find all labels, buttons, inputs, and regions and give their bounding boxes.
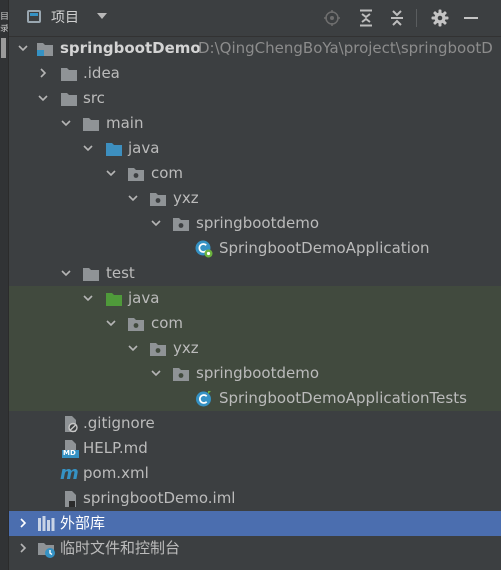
side-tab-marker (1, 38, 6, 58)
tree-row-scratches[interactable]: 临时文件和控制台 (9, 536, 501, 561)
tree-row-idea[interactable]: .idea (9, 61, 501, 86)
tree-row-help[interactable]: MD HELP.md (9, 436, 501, 461)
tree-item-label: 外部库 (60, 514, 106, 532)
tree-row-pom[interactable]: m pom.xml (9, 461, 501, 486)
tree-row-iml[interactable]: springbootDemo.iml (9, 486, 501, 511)
chevron-down-icon[interactable] (106, 318, 116, 328)
package-icon (149, 190, 167, 207)
tree-row-main-class[interactable]: SpringbootDemoApplication (9, 236, 501, 261)
chevron-down-icon[interactable] (83, 143, 93, 153)
chevron-down-icon[interactable] (61, 118, 71, 128)
chevron-down-icon[interactable] (151, 218, 161, 228)
chevron-down-icon[interactable] (83, 293, 93, 303)
package-icon (172, 215, 190, 232)
chevron-down-icon[interactable] (106, 168, 116, 178)
tree-item-label: test (106, 264, 135, 282)
tree-item-label: springbootDemo.iml (83, 489, 236, 507)
markdown-badge: MD (63, 449, 76, 457)
tree-item-label: yxz (173, 339, 199, 357)
tree-row-test-com[interactable]: com (9, 311, 501, 336)
tree-item-label: yxz (173, 189, 199, 207)
project-name: springbootDemo (60, 39, 201, 57)
tree-row-external-libraries[interactable]: 外部库 (9, 511, 501, 536)
tree-item-label: .idea (83, 64, 120, 82)
expand-all-icon[interactable] (354, 6, 378, 30)
spring-boot-class-icon (195, 240, 213, 258)
chevron-down-icon[interactable] (18, 43, 28, 53)
tree-row-test-java[interactable]: java (9, 286, 501, 311)
source-folder-icon (105, 140, 123, 157)
package-icon (149, 340, 167, 357)
tree-row-main-com[interactable]: com (9, 161, 501, 186)
minimize-icon[interactable] (459, 6, 483, 30)
tree-row-test-package[interactable]: springbootdemo (9, 361, 501, 386)
chevron-right-icon[interactable] (18, 518, 28, 528)
chevron-down-icon[interactable] (97, 13, 107, 19)
tree-row-main-java[interactable]: java (9, 136, 501, 161)
package-icon (172, 365, 190, 382)
folder-icon (60, 90, 78, 107)
tree-item-label: pom.xml (83, 464, 149, 482)
chevron-right-icon[interactable] (18, 543, 28, 553)
tree-item-label: main (106, 114, 144, 132)
tree-item-label: com (151, 314, 184, 332)
package-icon (127, 165, 145, 182)
tree-item-label: .gitignore (83, 414, 155, 432)
locate-icon[interactable] (320, 6, 344, 30)
panel-title[interactable]: 项目 (51, 8, 79, 28)
test-folder-icon (105, 290, 123, 307)
tree-row-test-yxz[interactable]: yxz (9, 336, 501, 361)
tree-row-main[interactable]: main (9, 111, 501, 136)
tree-item-label: com (151, 164, 184, 182)
tree-item-label: HELP.md (83, 439, 148, 457)
class-icon (195, 390, 213, 407)
tree-item-label: java (128, 289, 160, 307)
chevron-right-icon[interactable] (38, 68, 48, 78)
project-path: D:\QingChengBoYa\project\springbootD (198, 39, 493, 57)
chevron-down-icon[interactable] (128, 343, 138, 353)
module-file-icon (62, 490, 80, 507)
folder-icon (82, 265, 100, 282)
chevron-down-icon[interactable] (151, 368, 161, 378)
toolbar-divider (416, 9, 417, 27)
project-toolbar: 项目 (9, 0, 501, 37)
tree-item-label: springbootdemo (196, 214, 319, 232)
project-view-icon (27, 10, 41, 23)
ignore-file-icon (62, 415, 80, 433)
tree-item-label: 临时文件和控制台 (60, 539, 181, 557)
tree-row-test[interactable]: test (9, 261, 501, 286)
scratches-icon (37, 540, 55, 558)
svg-text:m: m (60, 463, 79, 483)
tree-row-gitignore[interactable]: .gitignore (9, 411, 501, 436)
folder-icon (82, 115, 100, 132)
tree-row-test-class[interactable]: SpringbootDemoApplicationTests (9, 386, 501, 411)
side-tab-glyph: 目 (0, 12, 8, 22)
tree-item-label: src (83, 89, 105, 107)
collapse-all-icon[interactable] (385, 6, 409, 30)
side-tool-strip[interactable]: 目 录 (0, 0, 9, 570)
package-icon (127, 315, 145, 332)
chevron-down-icon[interactable] (61, 268, 71, 278)
tree-item-label: SpringbootDemoApplication (219, 239, 430, 257)
chevron-down-icon[interactable] (38, 93, 48, 103)
tree-item-label: springbootdemo (196, 364, 319, 382)
library-icon (37, 515, 55, 532)
tree-row-main-package[interactable]: springbootdemo (9, 211, 501, 236)
module-folder-icon (36, 40, 54, 57)
gear-icon[interactable] (428, 6, 452, 30)
tree-row-src[interactable]: src (9, 86, 501, 111)
tree-item-label: SpringbootDemoApplicationTests (219, 389, 467, 407)
folder-icon (60, 65, 78, 82)
tree-item-label: java (128, 139, 160, 157)
markdown-file-icon: MD (62, 440, 80, 458)
tree-row-project-root[interactable]: springbootDemo D:\QingChengBoYa\project\… (9, 36, 501, 61)
chevron-down-icon[interactable] (128, 193, 138, 203)
side-tab-glyph: 录 (0, 24, 8, 34)
maven-icon: m (60, 463, 79, 483)
tree-row-main-yxz[interactable]: yxz (9, 186, 501, 211)
